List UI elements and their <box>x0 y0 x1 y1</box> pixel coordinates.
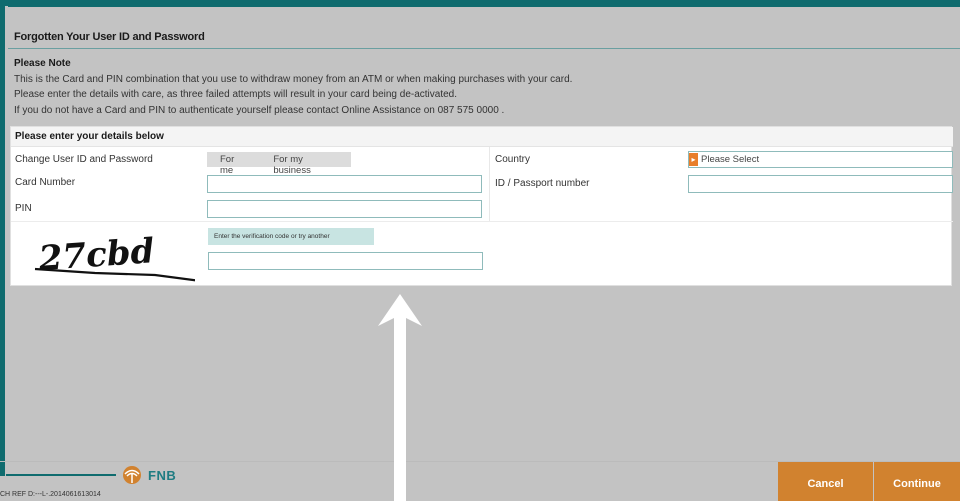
card-number-label: Card Number <box>15 177 76 188</box>
title-divider <box>8 48 960 49</box>
top-rule-line <box>8 6 960 7</box>
form-heading: Please enter your details below <box>15 131 164 142</box>
country-select[interactable]: ▸ Please Select <box>688 151 953 168</box>
captcha-divider <box>11 221 953 222</box>
fnb-brand-text: FNB <box>148 468 177 483</box>
id-passport-input[interactable] <box>688 175 953 193</box>
chevron-right-icon: ▸ <box>689 153 698 166</box>
up-arrow-icon <box>378 294 422 501</box>
note-line: This is the Card and PIN combination tha… <box>14 73 573 85</box>
continue-button[interactable]: Continue <box>874 462 960 501</box>
note-heading: Please Note <box>14 58 71 69</box>
toggle-for-my-business[interactable]: For my business <box>260 152 351 176</box>
details-form-panel: Please enter your details below Change U… <box>10 126 953 286</box>
pin-label: PIN <box>15 203 32 214</box>
pin-input[interactable] <box>207 200 482 218</box>
form-panel-header: Please enter your details below <box>11 127 953 147</box>
id-passport-label: ID / Passport number <box>495 178 590 189</box>
note-block: Please Note This is the Card and PIN com… <box>14 56 572 118</box>
captcha-hint: Enter the verification code or try anoth… <box>208 228 374 245</box>
footer-brand-line <box>6 474 116 476</box>
toggle-for-me[interactable]: For me <box>207 152 260 176</box>
note-line: If you do not have a Card and PIN to aut… <box>14 104 505 116</box>
note-line: Please enter the details with care, as t… <box>14 89 458 100</box>
captcha-input[interactable] <box>208 252 483 270</box>
captcha-image: 27cbd <box>34 231 195 282</box>
ownership-toggle: For me For my business <box>207 152 351 176</box>
country-select-value: Please Select <box>701 154 760 165</box>
change-credentials-label: Change User ID and Password <box>15 154 153 165</box>
page-title: Forgotten Your User ID and Password <box>14 31 205 43</box>
left-brand-bar <box>0 6 5 476</box>
cancel-button[interactable]: Cancel <box>778 462 873 501</box>
card-number-input[interactable] <box>207 175 482 193</box>
country-label: Country <box>495 154 531 165</box>
reference-code: CH REF D:---L-.2014061613014 <box>0 491 101 498</box>
column-divider <box>489 147 490 222</box>
